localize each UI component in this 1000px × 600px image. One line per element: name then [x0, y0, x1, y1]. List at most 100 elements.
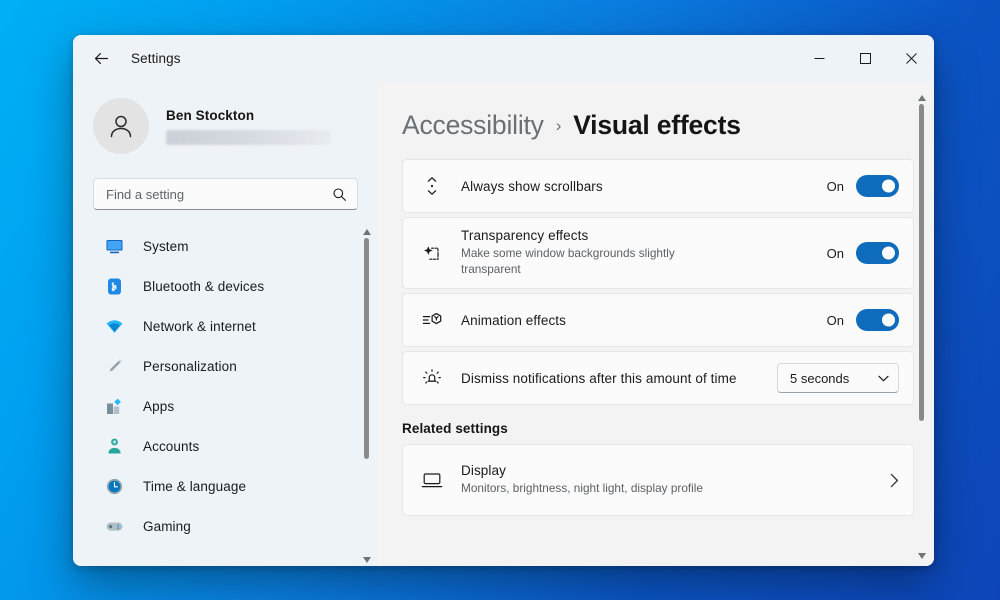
breadcrumb-parent[interactable]: Accessibility	[402, 110, 544, 141]
scroll-up-arrow-icon[interactable]	[915, 92, 928, 104]
arrow-left-icon	[94, 53, 108, 64]
related-settings-list: Display Monitors, brightness, night ligh…	[402, 444, 914, 516]
sidebar-item-system[interactable]: System	[93, 226, 358, 266]
toggle-state-label: On	[826, 312, 844, 328]
page-title: Visual effects	[573, 110, 741, 140]
related-subtitle: Monitors, brightness, night light, displ…	[461, 481, 703, 496]
sidebar: Ben Stockton Find a setting System Bluet…	[73, 82, 378, 566]
minimize-button[interactable]	[796, 35, 842, 82]
minimize-icon	[814, 58, 824, 59]
back-button[interactable]	[85, 43, 117, 75]
accounts-icon	[103, 435, 125, 457]
close-button[interactable]	[888, 35, 934, 82]
settings-window: Settings Ben Stockton Find a setting Sys…	[73, 35, 934, 566]
scroll-down-arrow-icon[interactable]	[360, 554, 373, 566]
setting-control: 5 seconds	[777, 363, 899, 393]
brush-icon	[103, 355, 125, 377]
toggle-state-label: On	[826, 178, 844, 194]
sidebar-item-label: Apps	[143, 398, 175, 414]
toggle-always-show-scrollbars[interactable]	[856, 175, 899, 197]
account-profile[interactable]: Ben Stockton	[73, 82, 378, 156]
animation-icon	[419, 311, 445, 329]
notification-timer-icon	[419, 368, 445, 388]
sidebar-scroll-track[interactable]	[360, 238, 373, 554]
sidebar-item-time-language[interactable]: Time & language	[93, 466, 358, 506]
search-container	[73, 156, 378, 210]
sidebar-item-label: Time & language	[143, 478, 247, 494]
bluetooth-icon	[103, 275, 125, 297]
sidebar-item-label: Gaming	[143, 518, 191, 534]
sidebar-item-label: Accounts	[143, 438, 200, 454]
chevron-right-icon	[890, 473, 899, 488]
account-email-redacted	[166, 129, 331, 145]
related-text: Display Monitors, brightness, night ligh…	[461, 463, 890, 497]
window-body: Ben Stockton Find a setting System Bluet…	[73, 82, 934, 566]
related-chevron	[890, 473, 899, 488]
sidebar-item-apps[interactable]: Apps	[93, 386, 358, 426]
sidebar-scroll-thumb[interactable]	[364, 238, 369, 460]
setting-title: Dismiss notifications after this amount …	[461, 370, 737, 386]
sidebar-scrollbar[interactable]	[360, 226, 373, 566]
gamepad-icon	[103, 515, 125, 537]
network-icon	[103, 315, 125, 337]
main-scroll-track[interactable]	[915, 104, 928, 550]
monitor-icon	[419, 471, 445, 489]
sidebar-item-label: Network & internet	[143, 318, 256, 334]
dropdown-selected-value: 5 seconds	[790, 370, 850, 386]
scroll-up-arrow-icon[interactable]	[360, 226, 373, 238]
setting-row-always-show-scrollbars[interactable]: Always show scrollbars On	[402, 159, 914, 213]
sidebar-item-label: Bluetooth & devices	[143, 278, 265, 294]
setting-title: Always show scrollbars	[461, 178, 603, 194]
setting-text: Always show scrollbars	[461, 179, 827, 194]
setting-text: Dismiss notifications after this amount …	[461, 371, 777, 386]
sidebar-item-accounts[interactable]: Accounts	[93, 426, 358, 466]
setting-control: On	[827, 175, 899, 197]
toggle-transparency-effects[interactable]	[856, 242, 899, 264]
breadcrumb: Accessibility › Visual effects	[378, 82, 934, 141]
search-box[interactable]	[93, 178, 358, 210]
main-scrollbar[interactable]	[915, 92, 928, 562]
setting-subtitle: Make some window backgrounds slightly tr…	[461, 246, 675, 276]
system-icon	[103, 235, 125, 257]
chevron-down-icon	[878, 375, 889, 382]
main-scroll-thumb[interactable]	[919, 104, 924, 421]
setting-control: On	[827, 309, 899, 331]
sidebar-nav: System Bluetooth & devices Network & int…	[73, 226, 378, 546]
window-controls	[796, 35, 934, 82]
toggle-animation-effects[interactable]	[856, 309, 899, 331]
sidebar-nav-container: System Bluetooth & devices Network & int…	[73, 226, 378, 566]
related-title: Display	[461, 463, 506, 479]
setting-text: Animation effects	[461, 313, 827, 328]
sidebar-item-bluetooth-devices[interactable]: Bluetooth & devices	[93, 266, 358, 306]
search-input[interactable]	[106, 186, 332, 202]
search-icon	[332, 187, 347, 202]
person-icon	[110, 115, 132, 138]
setting-row-transparency-effects[interactable]: Transparency effects Make some window ba…	[402, 217, 914, 289]
title-bar: Settings	[73, 35, 934, 82]
dropdown-dismiss-time[interactable]: 5 seconds	[777, 363, 899, 393]
settings-list: Always show scrollbars On Transparency e…	[402, 159, 914, 405]
chevron-right-icon: ›	[555, 116, 562, 135]
related-settings-heading: Related settings	[402, 421, 508, 436]
sidebar-item-personalization[interactable]: Personalization	[93, 346, 358, 386]
account-name: Ben Stockton	[166, 107, 255, 123]
account-info: Ben Stockton	[166, 108, 331, 145]
setting-row-animation-effects[interactable]: Animation effects On	[402, 293, 914, 347]
sidebar-item-gaming[interactable]: Gaming	[93, 506, 358, 546]
transparency-icon	[419, 243, 445, 263]
setting-title: Animation effects	[461, 312, 567, 328]
sidebar-item-label: Personalization	[143, 358, 237, 374]
setting-control: On	[827, 242, 899, 264]
setting-title: Transparency effects	[461, 228, 589, 244]
window-title: Settings	[131, 51, 181, 66]
sidebar-item-network-internet[interactable]: Network & internet	[93, 306, 358, 346]
related-row-display[interactable]: Display Monitors, brightness, night ligh…	[402, 444, 914, 516]
clock-icon	[103, 475, 125, 497]
maximize-button[interactable]	[842, 35, 888, 82]
sidebar-item-label: System	[143, 238, 189, 254]
maximize-icon	[859, 53, 871, 64]
setting-row-dismiss-notifications[interactable]: Dismiss notifications after this amount …	[402, 351, 914, 405]
avatar	[93, 98, 149, 154]
toggle-state-label: On	[826, 245, 844, 261]
scroll-down-arrow-icon[interactable]	[915, 550, 928, 562]
